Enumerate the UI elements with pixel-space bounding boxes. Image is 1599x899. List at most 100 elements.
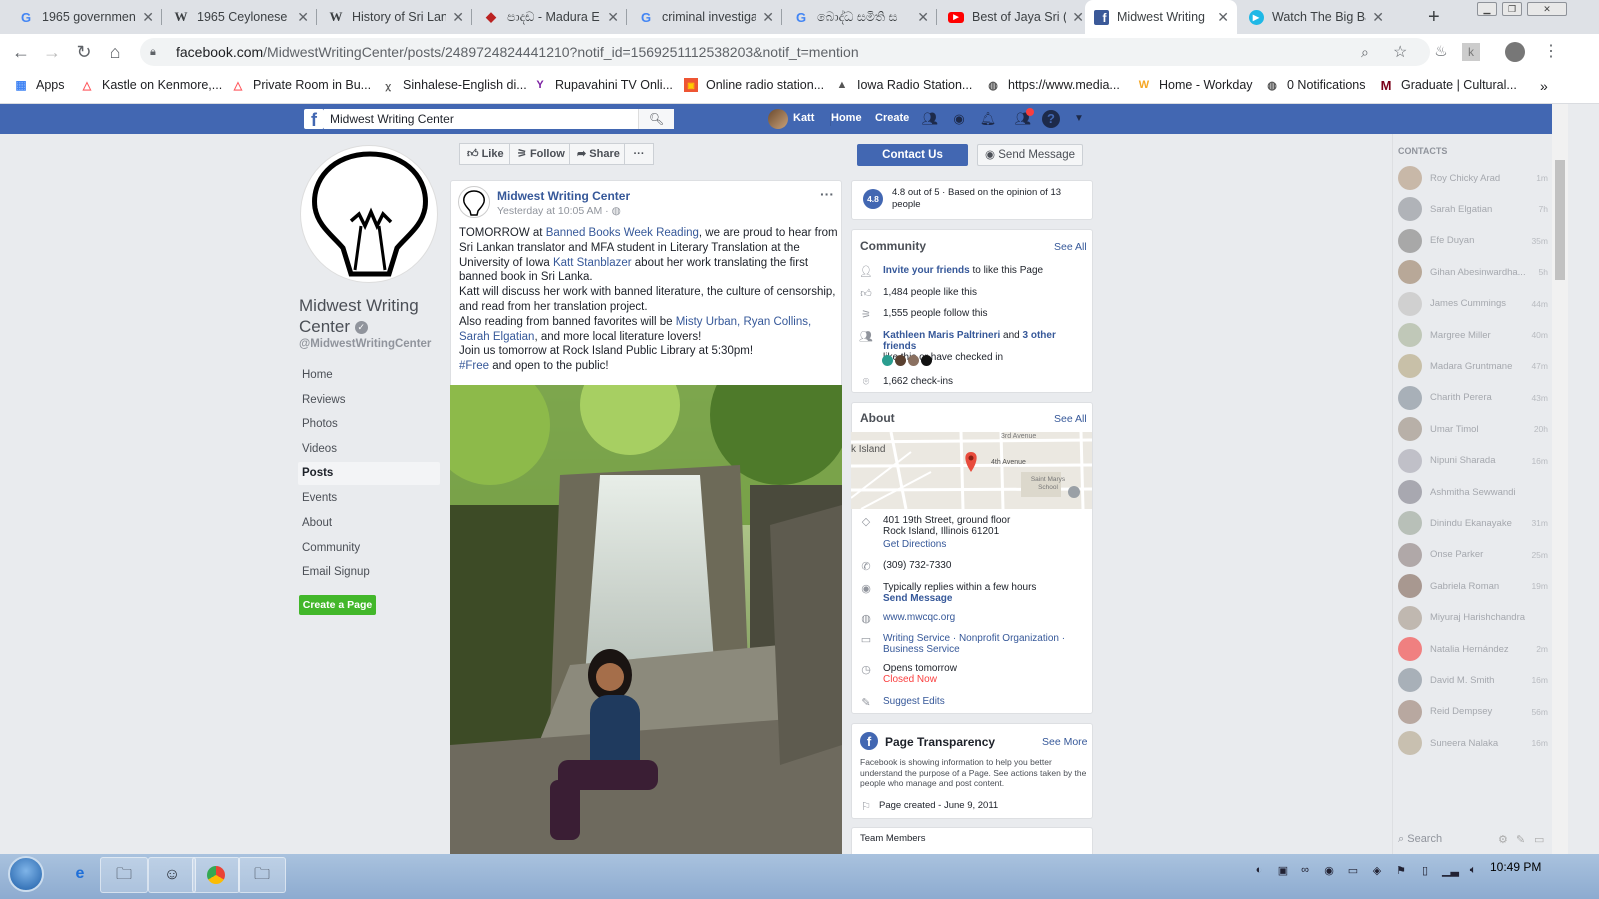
contact-item[interactable]: Margree Miller 40m: [1398, 322, 1548, 348]
maximize-button[interactable]: ❐: [1502, 2, 1522, 16]
follow-button[interactable]: ⚞ Follow: [509, 143, 573, 165]
browser-tab[interactable]: W 1965 Ceylonese p ✕: [165, 0, 317, 34]
menu-icon[interactable]: ⋮: [1540, 41, 1562, 63]
website-link[interactable]: www.mwcqc.org: [883, 612, 955, 623]
page-nav-videos[interactable]: Videos: [298, 438, 440, 461]
browser-tab[interactable]: G බොද්ධ සමිති ස ✕: [785, 0, 937, 34]
like-button[interactable]: 👍︎ Like: [459, 143, 512, 165]
bookmark-item[interactable]: ◍ 0 Notifications: [1265, 78, 1365, 92]
avatar[interactable]: [921, 355, 932, 367]
page-nav-posts[interactable]: Posts: [298, 462, 440, 485]
close-tab-icon[interactable]: ✕: [142, 9, 154, 26]
hashtag-link[interactable]: #Free: [459, 360, 489, 372]
help-icon[interactable]: ?: [1042, 110, 1060, 128]
contact-item[interactable]: Gabriela Roman 19m: [1398, 573, 1548, 599]
compose-icon[interactable]: ✎: [1516, 833, 1525, 846]
bookmark-item[interactable]: ▣ Online radio station...: [684, 78, 824, 92]
browser-tab[interactable]: W History of Sri Lan ✕: [320, 0, 472, 34]
contact-item[interactable]: Ashmitha Sewwandi: [1398, 479, 1548, 505]
browser-tab[interactable]: Gcriminal investiga ✕: [630, 0, 782, 34]
close-tab-icon[interactable]: ✕: [1372, 9, 1384, 26]
close-tab-icon[interactable]: ✕: [607, 9, 619, 26]
file-manager-icon[interactable]: 🗀: [238, 857, 286, 893]
browser-tab[interactable]: G 1965 government ✕: [10, 0, 162, 34]
contact-item[interactable]: Sarah Elgatian 7h: [1398, 196, 1548, 222]
invite-friends-link[interactable]: Invite your friends: [883, 265, 970, 276]
file-explorer-icon[interactable]: 🗀: [100, 857, 148, 893]
post-options-icon[interactable]: ···: [820, 186, 834, 202]
start-button[interactable]: [8, 856, 44, 892]
page-nav-about[interactable]: About: [298, 512, 440, 535]
bookmark-item[interactable]: ꭓ Sinhalese-English di...: [381, 78, 527, 92]
profile-link[interactable]: Katt: [793, 112, 814, 124]
bookmark-item[interactable]: Y Rupavahini TV Onli...: [533, 78, 673, 92]
new-tab-button[interactable]: +: [1428, 6, 1440, 29]
home-link[interactable]: Home: [830, 112, 862, 126]
contact-item[interactable]: James Cummings 44m: [1398, 291, 1548, 317]
get-directions-link[interactable]: Get Directions: [883, 539, 946, 550]
groups-icon[interactable]: 👥︎: [1014, 108, 1034, 128]
video-icon[interactable]: ▭: [1534, 833, 1544, 846]
browser-tab-active[interactable]: f Midwest Writing ✕: [1085, 0, 1237, 34]
about-see-all-link[interactable]: See All: [1054, 413, 1087, 425]
back-icon[interactable]: ←: [10, 41, 32, 63]
extension-icon[interactable]: k: [1462, 43, 1480, 61]
contact-item[interactable]: Dinindu Ekanayake 31m: [1398, 510, 1548, 536]
notifications-icon[interactable]: 🔔︎: [979, 110, 997, 128]
more-actions-button[interactable]: ···: [624, 143, 654, 165]
browser-tab[interactable]: ◆ පාදඩ - Madura E ✕: [475, 0, 627, 34]
extension-icon[interactable]: ♨: [1430, 41, 1452, 63]
contact-item[interactable]: Gihan Abesinwardha... 5h: [1398, 259, 1548, 285]
messenger-icon[interactable]: ◉: [950, 110, 968, 128]
tray-icon[interactable]: ▭: [1346, 864, 1360, 878]
signal-icon[interactable]: ▁▃: [1442, 864, 1459, 878]
system-clock[interactable]: 10:49 PM: [1490, 860, 1541, 874]
friend-requests-icon[interactable]: 👥︎: [921, 110, 939, 128]
tray-icon[interactable]: ◐: [1252, 864, 1266, 878]
contact-item[interactable]: Efe Duyan 35m: [1398, 228, 1548, 254]
bookmark-item[interactable]: W Home - Workday: [1137, 78, 1253, 92]
share-button[interactable]: ➦ Share: [569, 143, 628, 165]
close-tab-icon[interactable]: ✕: [917, 9, 929, 26]
close-window-button[interactable]: ✕: [1527, 2, 1567, 16]
page-profile-picture[interactable]: [300, 145, 438, 283]
bookmark-item[interactable]: ▲ Iowa Radio Station...: [835, 78, 973, 92]
close-tab-icon[interactable]: ✕: [762, 9, 774, 26]
post-photo[interactable]: [450, 385, 842, 855]
contact-item[interactable]: Umar Timol 20h: [1398, 416, 1548, 442]
post-author-link[interactable]: Midwest Writing Center: [497, 189, 630, 203]
send-message-button[interactable]: ◉ Send Message: [977, 144, 1083, 166]
internet-explorer-icon[interactable]: e: [56, 857, 104, 893]
browser-tab[interactable]: ▶ Watch The Big Ba ✕: [1240, 0, 1392, 34]
volume-icon[interactable]: 🔈︎: [1466, 864, 1480, 878]
contact-item[interactable]: Onse Parker 25m: [1398, 542, 1548, 568]
location-map[interactable]: k Island 3rd Avenue 4th Avenue Saint Mar…: [851, 432, 1092, 509]
contact-item[interactable]: Reid Dempsey 56m: [1398, 699, 1548, 725]
page-nav-events[interactable]: Events: [298, 487, 440, 510]
person-link[interactable]: Katt Stanblazer: [553, 257, 632, 269]
battery-icon[interactable]: ▯: [1418, 864, 1432, 878]
close-tab-icon[interactable]: ✕: [1072, 9, 1084, 26]
dropbox-icon[interactable]: ◈: [1370, 864, 1384, 878]
friend-link[interactable]: Kathleen Maris Paltrineri: [883, 330, 1000, 341]
tray-icon[interactable]: ◉: [1322, 864, 1336, 878]
tray-icon[interactable]: ∞: [1298, 864, 1312, 878]
send-message-link[interactable]: Send Message: [883, 593, 952, 604]
bookmark-item[interactable]: △ Kastle on Kenmore,...: [80, 78, 222, 92]
avatar[interactable]: [768, 109, 788, 129]
bookmark-item[interactable]: M Graduate | Cultural...: [1379, 78, 1517, 93]
page-nav-reviews[interactable]: Reviews: [298, 389, 440, 412]
facebook-logo-icon[interactable]: f: [304, 109, 324, 130]
page-nav-community[interactable]: Community: [298, 537, 440, 560]
close-tab-icon[interactable]: ✕: [452, 9, 464, 26]
home-icon[interactable]: ⌂: [104, 41, 126, 63]
forward-icon[interactable]: →: [41, 41, 63, 63]
reload-icon[interactable]: ↻: [73, 41, 95, 63]
gear-icon[interactable]: ⚙: [1498, 833, 1508, 846]
avatar[interactable]: [895, 355, 906, 367]
community-see-all-link[interactable]: See All: [1054, 241, 1087, 253]
contact-item[interactable]: Miyuraj Harishchandra: [1398, 605, 1548, 631]
bookmark-item[interactable]: △ Private Room in Bu...: [231, 78, 371, 92]
bookmark-apps[interactable]: ▦ Apps: [14, 78, 64, 92]
contact-item[interactable]: David M. Smith 16m: [1398, 667, 1548, 693]
